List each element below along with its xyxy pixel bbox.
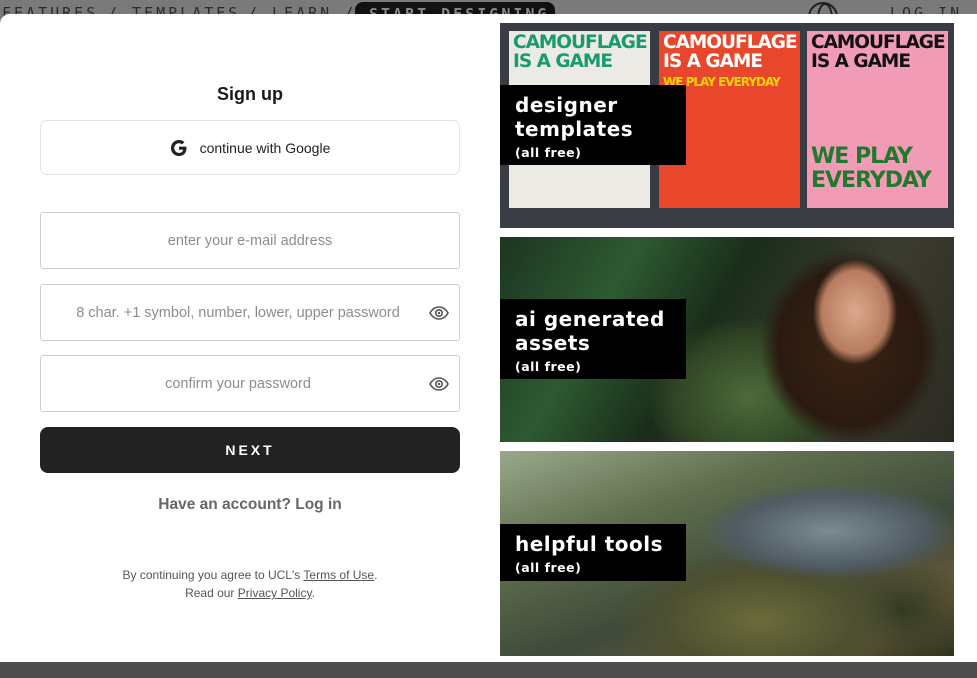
card-label: ai generated assets (all free) <box>500 299 686 379</box>
card-subtitle: (all free) <box>515 560 582 575</box>
card-subtitle: (all free) <box>515 145 582 160</box>
password-input[interactable] <box>41 285 459 340</box>
google-signin-button[interactable]: continue with Google <box>40 120 460 175</box>
email-field <box>40 212 460 269</box>
confirm-password-input[interactable] <box>41 356 459 411</box>
card-subtitle: (all free) <box>515 359 582 374</box>
legal-read: Read our <box>185 586 235 600</box>
have-account-label: Have an account? <box>158 496 291 513</box>
card-label: designer templates (all free) <box>500 85 686 165</box>
card-title: designer templates <box>515 93 634 141</box>
page-title: Sign up <box>217 84 283 104</box>
email-input[interactable] <box>41 213 459 268</box>
helpful-tools-card[interactable]: helpful tools (all free) <box>500 451 954 656</box>
eye-icon[interactable] <box>429 376 449 392</box>
background-footer <box>0 662 977 678</box>
card-title: helpful tools <box>515 532 664 556</box>
have-account-text: Have an account? Log in <box>40 496 460 514</box>
legal-prefix: By continuing you agree to UCL's <box>122 568 301 582</box>
card-label: helpful tools (all free) <box>500 524 686 581</box>
confirm-password-field <box>40 355 460 412</box>
google-button-label: continue with Google <box>199 139 331 156</box>
designer-templates-card[interactable]: CAMOUFLAGE IS A GAME CAMOUFLAGE IS A GAM… <box>500 23 954 228</box>
legal-text: By continuing you agree to UCL's Terms o… <box>122 568 378 600</box>
signup-modal: Sign up continue with Google NEXT Have a… <box>0 14 977 662</box>
template-poster: CAMOUFLAGE IS A GAME WE PLAY EVERYDAY <box>807 31 948 208</box>
google-icon <box>170 139 187 156</box>
password-field <box>40 284 460 341</box>
poster-headline: CAMOUFLAGE IS A GAME WE PLAY EVERYDAY <box>811 32 946 193</box>
login-link[interactable]: Log in <box>295 496 342 513</box>
eye-icon[interactable] <box>429 305 449 321</box>
poster-headline: CAMOUFLAGE IS A GAME WE PLAY EVERYDAY <box>663 32 798 89</box>
card-title: ai generated assets <box>515 307 665 355</box>
terms-of-use-link[interactable]: Terms of Use <box>303 568 374 582</box>
ai-generated-assets-card[interactable]: ai generated assets (all free) <box>500 237 954 442</box>
privacy-policy-link[interactable]: Privacy Policy <box>238 586 312 600</box>
next-button[interactable]: NEXT <box>40 427 460 473</box>
poster-headline: CAMOUFLAGE IS A GAME <box>513 32 648 72</box>
